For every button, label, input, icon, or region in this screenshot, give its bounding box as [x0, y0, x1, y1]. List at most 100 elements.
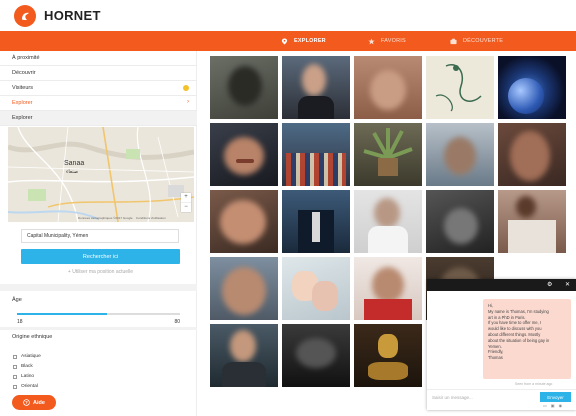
explore-header-label: Explorer	[12, 115, 33, 121]
chat-compose: Saisir un message... Envoyer ▭ ▣ ◉	[427, 389, 576, 410]
profile-tile[interactable]	[210, 56, 278, 119]
chat-tools: ▭ ▣ ◉	[543, 403, 562, 408]
sidebar-item-explorer[interactable]: Explorer ›	[0, 96, 197, 111]
settings-gear-icon[interactable]: ⚙	[547, 281, 552, 288]
sidebar-item-label: Découvrir	[12, 70, 36, 76]
map-zoom-control: + −	[181, 193, 191, 212]
profile-tile[interactable]	[354, 123, 422, 186]
sidebar-item-discover[interactable]: Découvrir	[0, 66, 197, 81]
age-label: Âge	[12, 297, 22, 303]
sidebar: À proximité Découvrir Visiteurs Explorer…	[0, 51, 197, 416]
profile-tile[interactable]	[282, 257, 350, 320]
profile-tile[interactable]	[426, 56, 494, 119]
profile-tile[interactable]	[354, 257, 422, 320]
search-here-button[interactable]: Rechercher ici	[21, 249, 180, 264]
profile-tile[interactable]	[354, 190, 422, 253]
chevron-right-icon: ›	[187, 99, 189, 105]
checkbox[interactable]	[13, 374, 17, 379]
location-input[interactable]: Capital Municipality, Yémen	[21, 229, 179, 243]
star-icon	[368, 37, 375, 44]
profile-tile[interactable]	[210, 123, 278, 186]
map-city-label: Sanaa	[64, 160, 85, 167]
sidebar-item-visitors[interactable]: Visiteurs	[0, 81, 197, 96]
profile-tile[interactable]	[498, 190, 566, 253]
profile-tile[interactable]	[282, 190, 350, 253]
profile-tile[interactable]	[426, 190, 494, 253]
age-min-value: 18	[17, 319, 23, 325]
ethnicity-option-label: Oriental	[21, 384, 38, 389]
location-map[interactable]: Sanaa صنعاء + − Données cartographiques …	[8, 127, 194, 222]
ethnicity-option[interactable]: Latino	[13, 374, 34, 379]
sidebar-item-label: Visiteurs	[12, 85, 33, 91]
compass-icon	[450, 38, 457, 44]
main-nav: EXPLORER FAVORIS DÉCOUVERTE	[0, 31, 576, 51]
profile-tile[interactable]	[282, 123, 350, 186]
visitors-badge	[183, 85, 189, 91]
profile-tile[interactable]	[210, 324, 278, 387]
help-icon: ?	[23, 399, 30, 406]
zoom-out-button[interactable]: −	[181, 202, 191, 211]
location-icon[interactable]: ◉	[559, 403, 563, 408]
profile-tile[interactable]	[282, 56, 350, 119]
tab-decouverte[interactable]: DÉCOUVERTE	[450, 31, 503, 51]
location-pin-icon	[281, 37, 288, 45]
close-icon[interactable]: ✕	[565, 281, 570, 288]
section-divider	[0, 284, 197, 291]
help-button-label: Aide	[33, 399, 45, 406]
chat-header: ⚙ ✕	[427, 279, 576, 291]
tab-favoris[interactable]: FAVORIS	[368, 31, 406, 51]
checkbox[interactable]	[13, 364, 17, 369]
profile-tile[interactable]	[210, 257, 278, 320]
hornet-logo-icon[interactable]	[14, 5, 36, 27]
profile-tile[interactable]	[354, 324, 422, 387]
age-range-values: 18 80	[17, 319, 180, 325]
profile-tile[interactable]	[354, 56, 422, 119]
sidebar-item-label: À proximité	[12, 55, 40, 61]
ethnicity-option-label: Latino	[21, 374, 35, 379]
age-slider[interactable]	[17, 313, 180, 315]
profile-tile[interactable]	[210, 190, 278, 253]
map-canvas	[8, 127, 194, 222]
image-icon[interactable]: ▣	[551, 403, 555, 408]
zoom-in-button[interactable]: +	[181, 193, 191, 202]
sidebar-item-label: Explorer	[12, 100, 33, 106]
ethnicity-option-label: Black	[21, 364, 33, 369]
send-button-label: Envoyer	[547, 394, 564, 400]
chat-message-line: Thomas	[488, 355, 503, 361]
section-divider	[0, 327, 197, 330]
map-city-label-arabic: صنعاء	[66, 169, 79, 175]
checkbox[interactable]	[13, 384, 17, 389]
help-button[interactable]: ? Aide	[12, 395, 56, 410]
ethnicity-option-label: Asiatique	[21, 354, 41, 359]
chat-message-bubble: Hi, My name is Thomas, I'm studying art …	[483, 299, 571, 379]
app-name: HORNET	[44, 8, 101, 23]
ethnicity-option[interactable]: Asiatique	[13, 354, 41, 359]
chat-message-meta: Seen from a minute ago	[515, 382, 553, 386]
profile-tile[interactable]	[498, 56, 566, 119]
svg-text:?: ?	[25, 400, 28, 405]
use-current-position-link[interactable]: + Utiliser ma position actuelle	[21, 269, 180, 275]
tab-explorer-label: EXPLORER	[294, 38, 326, 44]
gif-icon[interactable]: ▭	[543, 403, 547, 408]
ethnicity-label: Origine ethnique	[12, 334, 53, 340]
chat-window: ⚙ ✕ Hi, My name is Thomas, I'm studying …	[427, 279, 576, 410]
tab-decouverte-label: DÉCOUVERTE	[463, 38, 504, 44]
top-bar: HORNET	[0, 0, 576, 31]
search-here-label: Rechercher ici	[82, 253, 119, 260]
profile-tile[interactable]	[426, 123, 494, 186]
sidebar-item-nearby[interactable]: À proximité	[0, 51, 197, 66]
send-button[interactable]: Envoyer	[540, 392, 571, 402]
ethnicity-option[interactable]: Oriental	[13, 384, 38, 389]
location-input-value: Capital Municipality, Yémen	[27, 233, 89, 239]
map-attribution: Données cartographiques ©2017 Google Con…	[78, 216, 166, 220]
tab-explorer[interactable]: EXPLORER	[281, 31, 326, 51]
explore-section-header: Explorer	[0, 111, 197, 126]
profile-tile[interactable]	[498, 123, 566, 186]
checkbox[interactable]	[13, 354, 17, 359]
tab-favoris-label: FAVORIS	[381, 38, 406, 44]
ethnicity-option[interactable]: Black	[13, 364, 33, 369]
chat-message-input[interactable]: Saisir un message...	[432, 395, 473, 400]
age-max-value: 80	[174, 319, 180, 325]
profile-tile[interactable]	[282, 324, 350, 387]
age-slider-fill	[17, 313, 107, 315]
